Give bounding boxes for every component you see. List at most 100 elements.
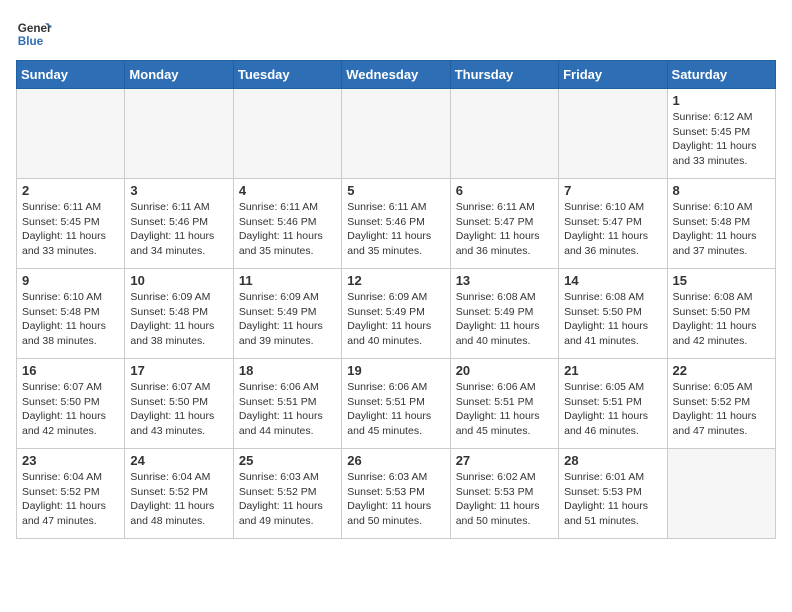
day-info: Sunrise: 6:10 AMSunset: 5:48 PMDaylight:…	[673, 200, 770, 259]
day-info: Sunrise: 6:08 AMSunset: 5:50 PMDaylight:…	[673, 290, 770, 349]
day-info: Sunrise: 6:09 AMSunset: 5:49 PMDaylight:…	[239, 290, 336, 349]
week-row-1: 1 Sunrise: 6:12 AMSunset: 5:45 PMDaylight…	[17, 89, 776, 179]
day-info: Sunrise: 6:11 AMSunset: 5:46 PMDaylight:…	[130, 200, 227, 259]
day-cell: 27 Sunrise: 6:02 AMSunset: 5:53 PMDayligh…	[450, 449, 558, 539]
weekday-header-tuesday: Tuesday	[233, 61, 341, 89]
day-cell: 17 Sunrise: 6:07 AMSunset: 5:50 PMDayligh…	[125, 359, 233, 449]
day-number: 2	[22, 183, 119, 198]
day-info: Sunrise: 6:09 AMSunset: 5:48 PMDaylight:…	[130, 290, 227, 349]
day-info: Sunrise: 6:09 AMSunset: 5:49 PMDaylight:…	[347, 290, 444, 349]
day-number: 28	[564, 453, 661, 468]
day-info: Sunrise: 6:10 AMSunset: 5:47 PMDaylight:…	[564, 200, 661, 259]
weekday-header-monday: Monday	[125, 61, 233, 89]
day-number: 10	[130, 273, 227, 288]
day-number: 15	[673, 273, 770, 288]
day-cell: 3 Sunrise: 6:11 AMSunset: 5:46 PMDaylight…	[125, 179, 233, 269]
day-number: 17	[130, 363, 227, 378]
day-cell: 25 Sunrise: 6:03 AMSunset: 5:52 PMDayligh…	[233, 449, 341, 539]
day-number: 6	[456, 183, 553, 198]
day-info: Sunrise: 6:05 AMSunset: 5:51 PMDaylight:…	[564, 380, 661, 439]
day-number: 14	[564, 273, 661, 288]
day-info: Sunrise: 6:05 AMSunset: 5:52 PMDaylight:…	[673, 380, 770, 439]
day-cell: 7Sunrise: 6:10 AMSunset: 5:47 PMDaylight…	[559, 179, 667, 269]
day-cell: 13 Sunrise: 6:08 AMSunset: 5:49 PMDayligh…	[450, 269, 558, 359]
day-info: Sunrise: 6:11 AMSunset: 5:46 PMDaylight:…	[239, 200, 336, 259]
day-number: 22	[673, 363, 770, 378]
day-cell: 16 Sunrise: 6:07 AMSunset: 5:50 PMDayligh…	[17, 359, 125, 449]
day-info: Sunrise: 6:03 AMSunset: 5:52 PMDaylight:…	[239, 470, 336, 529]
day-info: Sunrise: 6:12 AMSunset: 5:45 PMDaylight:…	[673, 110, 770, 169]
day-cell: 11Sunrise: 6:09 AMSunset: 5:49 PMDayligh…	[233, 269, 341, 359]
day-info: Sunrise: 6:04 AMSunset: 5:52 PMDaylight:…	[130, 470, 227, 529]
weekday-header-sunday: Sunday	[17, 61, 125, 89]
day-cell: 2Sunrise: 6:11 AMSunset: 5:45 PMDaylight…	[17, 179, 125, 269]
day-info: Sunrise: 6:10 AMSunset: 5:48 PMDaylight:…	[22, 290, 119, 349]
day-info: Sunrise: 6:06 AMSunset: 5:51 PMDaylight:…	[347, 380, 444, 439]
day-info: Sunrise: 6:08 AMSunset: 5:49 PMDaylight:…	[456, 290, 553, 349]
week-row-2: 2Sunrise: 6:11 AMSunset: 5:45 PMDaylight…	[17, 179, 776, 269]
day-number: 18	[239, 363, 336, 378]
day-cell	[667, 449, 775, 539]
weekday-header-row: SundayMondayTuesdayWednesdayThursdayFrid…	[17, 61, 776, 89]
day-number: 8	[673, 183, 770, 198]
day-cell	[559, 89, 667, 179]
day-cell: 24 Sunrise: 6:04 AMSunset: 5:52 PMDayligh…	[125, 449, 233, 539]
day-cell	[450, 89, 558, 179]
day-cell: 9 Sunrise: 6:10 AMSunset: 5:48 PMDaylight…	[17, 269, 125, 359]
day-cell: 10 Sunrise: 6:09 AMSunset: 5:48 PMDayligh…	[125, 269, 233, 359]
day-cell	[342, 89, 450, 179]
day-number: 5	[347, 183, 444, 198]
day-cell: 21 Sunrise: 6:05 AMSunset: 5:51 PMDayligh…	[559, 359, 667, 449]
day-cell: 12 Sunrise: 6:09 AMSunset: 5:49 PMDayligh…	[342, 269, 450, 359]
day-info: Sunrise: 6:07 AMSunset: 5:50 PMDaylight:…	[130, 380, 227, 439]
day-cell	[233, 89, 341, 179]
day-info: Sunrise: 6:06 AMSunset: 5:51 PMDaylight:…	[456, 380, 553, 439]
day-cell: 5 Sunrise: 6:11 AMSunset: 5:46 PMDaylight…	[342, 179, 450, 269]
day-cell: 1 Sunrise: 6:12 AMSunset: 5:45 PMDaylight…	[667, 89, 775, 179]
day-info: Sunrise: 6:06 AMSunset: 5:51 PMDaylight:…	[239, 380, 336, 439]
weekday-header-wednesday: Wednesday	[342, 61, 450, 89]
logo-icon: General Blue	[16, 16, 52, 52]
page-header: General Blue	[16, 16, 776, 52]
day-info: Sunrise: 6:11 AMSunset: 5:47 PMDaylight:…	[456, 200, 553, 259]
day-cell	[17, 89, 125, 179]
day-number: 19	[347, 363, 444, 378]
day-info: Sunrise: 6:04 AMSunset: 5:52 PMDaylight:…	[22, 470, 119, 529]
day-info: Sunrise: 6:11 AMSunset: 5:46 PMDaylight:…	[347, 200, 444, 259]
day-number: 12	[347, 273, 444, 288]
day-cell: 19 Sunrise: 6:06 AMSunset: 5:51 PMDayligh…	[342, 359, 450, 449]
calendar-table: SundayMondayTuesdayWednesdayThursdayFrid…	[16, 60, 776, 539]
day-cell: 8 Sunrise: 6:10 AMSunset: 5:48 PMDaylight…	[667, 179, 775, 269]
day-cell: 23 Sunrise: 6:04 AMSunset: 5:52 PMDayligh…	[17, 449, 125, 539]
day-number: 3	[130, 183, 227, 198]
day-number: 16	[22, 363, 119, 378]
svg-text:Blue: Blue	[18, 35, 44, 48]
day-info: Sunrise: 6:02 AMSunset: 5:53 PMDaylight:…	[456, 470, 553, 529]
day-cell: 26 Sunrise: 6:03 AMSunset: 5:53 PMDayligh…	[342, 449, 450, 539]
day-cell: 15 Sunrise: 6:08 AMSunset: 5:50 PMDayligh…	[667, 269, 775, 359]
weekday-header-friday: Friday	[559, 61, 667, 89]
logo: General Blue	[16, 16, 56, 52]
day-number: 23	[22, 453, 119, 468]
day-number: 21	[564, 363, 661, 378]
day-number: 4	[239, 183, 336, 198]
week-row-3: 9 Sunrise: 6:10 AMSunset: 5:48 PMDaylight…	[17, 269, 776, 359]
day-info: Sunrise: 6:08 AMSunset: 5:50 PMDaylight:…	[564, 290, 661, 349]
day-cell: 20 Sunrise: 6:06 AMSunset: 5:51 PMDayligh…	[450, 359, 558, 449]
day-number: 9	[22, 273, 119, 288]
day-cell	[125, 89, 233, 179]
day-cell: 4 Sunrise: 6:11 AMSunset: 5:46 PMDaylight…	[233, 179, 341, 269]
day-number: 13	[456, 273, 553, 288]
day-number: 20	[456, 363, 553, 378]
day-number: 27	[456, 453, 553, 468]
day-number: 25	[239, 453, 336, 468]
day-number: 1	[673, 93, 770, 108]
day-cell: 28 Sunrise: 6:01 AMSunset: 5:53 PMDayligh…	[559, 449, 667, 539]
day-info: Sunrise: 6:07 AMSunset: 5:50 PMDaylight:…	[22, 380, 119, 439]
day-number: 24	[130, 453, 227, 468]
day-number: 26	[347, 453, 444, 468]
day-info: Sunrise: 6:01 AMSunset: 5:53 PMDaylight:…	[564, 470, 661, 529]
day-cell: 22 Sunrise: 6:05 AMSunset: 5:52 PMDayligh…	[667, 359, 775, 449]
week-row-4: 16 Sunrise: 6:07 AMSunset: 5:50 PMDayligh…	[17, 359, 776, 449]
day-info: Sunrise: 6:03 AMSunset: 5:53 PMDaylight:…	[347, 470, 444, 529]
